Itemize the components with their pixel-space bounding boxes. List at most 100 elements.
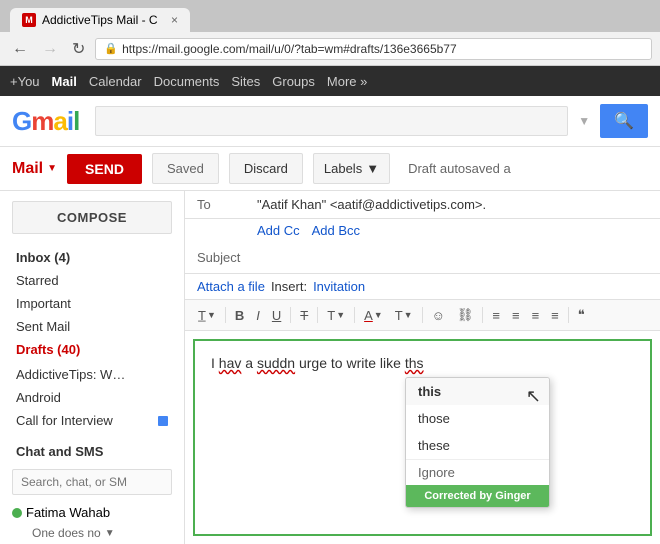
outdent-icon: ≡: [551, 308, 559, 323]
search-input[interactable]: [95, 106, 568, 136]
bold-btn[interactable]: B: [230, 305, 249, 326]
saved-button[interactable]: Saved: [152, 153, 219, 184]
strikethrough-icon: T: [300, 308, 308, 323]
search-bar: ▼ 🔍: [95, 104, 648, 138]
font-color-icon: A: [364, 308, 373, 323]
italic-btn[interactable]: I: [251, 305, 265, 326]
google-documents-link[interactable]: Documents: [154, 74, 220, 89]
sidebar-item-drafts[interactable]: Drafts (40): [0, 338, 184, 361]
back-button[interactable]: ←: [8, 38, 32, 60]
ordered-list-btn[interactable]: ≡: [487, 305, 505, 326]
refresh-button[interactable]: ↻: [68, 37, 89, 61]
insert-label: Insert:: [271, 279, 307, 294]
toolbar-sep-5: [422, 307, 423, 323]
sidebar-call-label: Call for Interview: [16, 413, 113, 428]
forward-button[interactable]: →: [38, 38, 62, 60]
google-calendar-link[interactable]: Calendar: [89, 74, 142, 89]
google-plus-link[interactable]: +You: [10, 74, 40, 89]
font-size-icon: T: [327, 308, 335, 323]
sidebar-call-icon: [158, 416, 168, 426]
subject-input[interactable]: [257, 248, 648, 267]
italic-icon: I: [256, 308, 260, 323]
toolbar-sep-1: [225, 307, 226, 323]
chat-search-input[interactable]: [12, 469, 172, 495]
add-cc-link[interactable]: Add Cc: [257, 223, 300, 238]
font-icon: T̲: [198, 308, 206, 323]
sidebar-starred-label: Starred: [16, 273, 59, 288]
tab-close-btn[interactable]: ×: [171, 13, 178, 27]
emoji-icon: ☺: [432, 308, 445, 323]
discard-button[interactable]: Discard: [229, 153, 303, 184]
sidebar-inbox-label: Inbox (4): [16, 250, 70, 265]
google-sites-link[interactable]: Sites: [231, 74, 260, 89]
font-size-btn[interactable]: T ▼: [322, 305, 350, 326]
link-btn[interactable]: ⛓: [452, 304, 479, 326]
sidebar-item-sent[interactable]: Sent Mail: [0, 315, 184, 338]
font-color-btn[interactable]: A ▼: [359, 305, 388, 326]
more-format-arrow: ▼: [404, 310, 413, 320]
ginger-footer-text: Corrected by: [424, 490, 492, 502]
chat-preview-text: One does no: [32, 526, 101, 540]
chat-preview-fatima: One does no ▼: [0, 524, 184, 542]
sidebar-addictive-label: AddictiveTips: W…: [16, 367, 125, 382]
sidebar-item-important[interactable]: Important: [0, 292, 184, 315]
underline-btn[interactable]: U: [267, 305, 286, 326]
tab-bar: M AddictiveTips Mail - C ×: [0, 0, 660, 32]
underline-icon: U: [272, 308, 281, 323]
active-tab[interactable]: M AddictiveTips Mail - C ×: [10, 8, 190, 32]
unordered-list-btn[interactable]: ≡: [507, 305, 525, 326]
font-size-arrow: ▼: [336, 310, 345, 320]
search-arrow-btn[interactable]: ▼: [574, 110, 594, 132]
tab-title: AddictiveTips Mail - C: [42, 13, 158, 27]
gmail-header: Gmail ▼ 🔍: [0, 96, 660, 147]
font-arrow: ▼: [207, 310, 216, 320]
mail-dropdown[interactable]: Mail ▼: [12, 160, 57, 178]
ginger-option-this[interactable]: this: [406, 378, 549, 405]
mail-dropdown-arrow: ▼: [47, 163, 57, 174]
sidebar: COMPOSE Inbox (4) Starred Important Sent…: [0, 191, 185, 544]
draft-status: Draft autosaved a: [408, 161, 511, 176]
emoji-btn[interactable]: ☺: [427, 305, 450, 326]
outdent-btn[interactable]: ≡: [546, 305, 564, 326]
google-more-link[interactable]: More »: [327, 74, 367, 89]
send-button[interactable]: SEND: [67, 154, 142, 184]
sidebar-item-addictive[interactable]: AddictiveTips: W…: [0, 361, 184, 386]
url-text: https://mail.google.com/mail/u/0/?tab=wm…: [122, 42, 457, 56]
ginger-ignore-btn[interactable]: Ignore: [406, 459, 549, 485]
toolbar-sep-7: [568, 307, 569, 323]
ssl-icon: 🔒: [104, 42, 118, 55]
ginger-option-those[interactable]: those: [406, 405, 549, 432]
sidebar-item-starred[interactable]: Starred: [0, 269, 184, 292]
google-mail-link[interactable]: Mail: [52, 74, 77, 89]
indent-icon: ≡: [532, 308, 540, 323]
mail-label: Mail: [12, 160, 43, 178]
url-input[interactable]: 🔒 https://mail.google.com/mail/u/0/?tab=…: [95, 38, 652, 60]
search-button[interactable]: 🔍: [600, 104, 648, 138]
quote-btn[interactable]: ❝: [573, 304, 590, 326]
font-family-btn[interactable]: T̲ ▼: [193, 305, 221, 326]
add-bcc-link[interactable]: Add Bcc: [312, 223, 360, 238]
insert-invitation-link[interactable]: Invitation: [313, 279, 365, 294]
attach-file-link[interactable]: Attach a file: [197, 279, 265, 294]
chat-status-online-icon: [12, 508, 22, 518]
tab-favicon: M: [22, 13, 36, 27]
chat-item-fatima[interactable]: Fatima Wahab: [0, 501, 184, 524]
more-format-btn[interactable]: T ▼: [390, 305, 418, 326]
sidebar-item-call[interactable]: Call for Interview: [0, 409, 184, 432]
compose-attach-row: Attach a file Insert: Invitation: [185, 274, 660, 300]
compose-button[interactable]: COMPOSE: [12, 201, 172, 234]
sidebar-item-inbox[interactable]: Inbox (4): [0, 246, 184, 269]
url-bar: ← → ↻ 🔒 https://mail.google.com/mail/u/0…: [0, 32, 660, 66]
sidebar-item-android[interactable]: Android: [0, 386, 184, 409]
email-body-area[interactable]: I hav a suddn urge to write like ths thi…: [193, 339, 652, 536]
bold-icon: B: [235, 308, 244, 323]
to-label: To: [197, 197, 257, 212]
sidebar-chat-section: Chat and SMS: [0, 432, 184, 463]
ginger-option-these[interactable]: these: [406, 432, 549, 459]
labels-button[interactable]: Labels ▼: [313, 153, 390, 184]
indent-btn[interactable]: ≡: [527, 305, 545, 326]
toolbar-sep-4: [354, 307, 355, 323]
google-groups-link[interactable]: Groups: [272, 74, 315, 89]
strikethrough-btn[interactable]: T: [295, 305, 313, 326]
sidebar-important-label: Important: [16, 296, 71, 311]
